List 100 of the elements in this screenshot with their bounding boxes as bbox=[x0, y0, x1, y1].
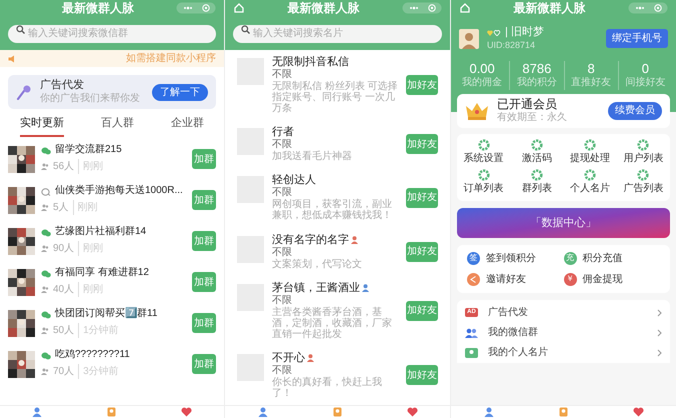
chat-bubbles-icon bbox=[41, 310, 51, 318]
members-icon bbox=[41, 326, 49, 334]
window-title: 最新微群人脉 bbox=[288, 2, 360, 14]
capsule-menu-icon[interactable] bbox=[628, 2, 668, 14]
heart-icon[interactable] bbox=[406, 407, 418, 417]
aperture-icon[interactable] bbox=[530, 169, 543, 182]
hearts-icon bbox=[487, 30, 501, 36]
search-field[interactable]: 输入关键词搜索微信群 bbox=[8, 24, 216, 42]
tool-label[interactable]: 群列表 bbox=[522, 183, 552, 196]
bind-phone-button[interactable]: 绑定手机号 bbox=[606, 29, 668, 48]
member-count: 56人 bbox=[53, 160, 74, 174]
action-link[interactable]: 邀请好友 bbox=[486, 272, 526, 287]
stat-value: 8 bbox=[588, 61, 595, 77]
stat-label: 间接好友 bbox=[625, 77, 666, 90]
action-icon: 签 bbox=[467, 252, 480, 265]
contact-card-icon[interactable] bbox=[106, 407, 116, 417]
data-center-banner[interactable]: 「数据中心」 bbox=[457, 208, 670, 238]
speaker-icon bbox=[8, 54, 17, 62]
tool-label[interactable]: 订单列表 bbox=[464, 183, 504, 196]
group-name: 有福同享 有难进群12 bbox=[55, 267, 149, 280]
card-name: 茅台镇，王酱酒业 bbox=[272, 282, 360, 295]
chat-bubbles-icon bbox=[41, 146, 51, 154]
member-count: 5人 bbox=[53, 200, 69, 215]
card-description: 加我送看毛片神器 bbox=[272, 151, 353, 162]
learn-more-button[interactable]: 了解一下 bbox=[152, 84, 208, 100]
membership-title: 已开通会员 bbox=[497, 97, 558, 112]
member-count: 50人 bbox=[53, 324, 74, 338]
region-text: 不限 bbox=[272, 364, 293, 376]
aperture-icon[interactable] bbox=[637, 169, 650, 182]
chat-bubbles-icon bbox=[41, 352, 51, 360]
stat-value: 0.00 bbox=[469, 61, 495, 76]
ad-subtitle: 你的广告我们来帮你发 bbox=[40, 92, 141, 106]
card-name: 不开心 bbox=[272, 352, 305, 365]
capsule-menu-icon[interactable] bbox=[402, 2, 442, 14]
tab[interactable]: 企业群 bbox=[171, 115, 204, 136]
chat-outline-icon bbox=[41, 188, 51, 196]
group-name: 留学交流群215 bbox=[55, 144, 122, 157]
tool-label[interactable]: 系统设置 bbox=[464, 152, 504, 166]
search-field[interactable]: 输入关键词搜索名片 bbox=[233, 24, 442, 42]
card-name: 轻创达人 bbox=[272, 174, 316, 187]
people-icon bbox=[465, 328, 478, 338]
member-count: 90人 bbox=[53, 242, 74, 256]
action-icon: 充 bbox=[564, 252, 576, 265]
person-icon[interactable] bbox=[32, 407, 42, 417]
stat-label: 我的佣金 bbox=[462, 77, 502, 90]
membership-expiry: 有效期至：永久 bbox=[497, 112, 568, 124]
tool-label[interactable]: 提现处理 bbox=[570, 152, 610, 166]
tool-label[interactable]: 激活码 bbox=[522, 152, 552, 166]
members-icon bbox=[41, 368, 49, 375]
aperture-icon[interactable] bbox=[530, 138, 543, 151]
aperture-icon[interactable] bbox=[478, 138, 490, 151]
person-icon[interactable] bbox=[258, 407, 268, 417]
home-icon[interactable] bbox=[459, 2, 471, 14]
heart-icon[interactable] bbox=[180, 407, 192, 417]
group-name: 艺缘图片社福利群14 bbox=[55, 226, 146, 239]
card-description: 文案策划，代写论文 bbox=[272, 258, 363, 270]
action-link[interactable]: 佣金提现 bbox=[582, 272, 622, 287]
window-title: 最新微群人脉 bbox=[514, 2, 586, 14]
stat-value: 0 bbox=[642, 61, 649, 76]
card-description: 网创项目，获客引流，副业兼职，想低成本赚钱找我！ bbox=[272, 199, 393, 222]
person-card-icon bbox=[465, 348, 478, 358]
search-icon bbox=[241, 25, 250, 34]
card-name: 无限制抖音私信 bbox=[272, 56, 349, 69]
tool-label[interactable]: 个人名片 bbox=[570, 183, 610, 196]
search-icon bbox=[16, 25, 25, 34]
aperture-icon[interactable] bbox=[584, 169, 596, 182]
group-name: 快团团订阅帮买7⃣群11 bbox=[55, 308, 158, 321]
person-icon[interactable] bbox=[484, 407, 494, 417]
stat-label: 我的积分 bbox=[516, 77, 557, 90]
region-text: 不限 bbox=[272, 246, 293, 258]
contact-card-icon[interactable] bbox=[558, 407, 568, 417]
user-name: | 旧时梦 bbox=[505, 26, 544, 40]
chevron-right-icon bbox=[657, 328, 662, 337]
heart-icon[interactable] bbox=[632, 407, 644, 417]
user-id: UID:828714 bbox=[487, 40, 536, 51]
action-link[interactable]: 积分充值 bbox=[582, 250, 622, 266]
tab[interactable]: 百人群 bbox=[101, 115, 134, 136]
members-icon bbox=[41, 286, 49, 293]
card-description: 主营各类酱香茅台酒，基酒，定制酒，收藏酒，厂家直销一件起批发 bbox=[272, 306, 393, 340]
region-text: 不限 bbox=[272, 139, 293, 150]
tool-label[interactable]: 用户列表 bbox=[623, 152, 664, 166]
tab[interactable]: 实时更新 bbox=[20, 115, 64, 136]
aperture-icon[interactable] bbox=[584, 138, 596, 151]
microphone-icon bbox=[16, 84, 32, 100]
aperture-icon[interactable] bbox=[637, 138, 650, 151]
menu-item[interactable]: 我的微信群 bbox=[465, 322, 662, 343]
members-icon bbox=[41, 244, 49, 252]
capsule-menu-icon[interactable] bbox=[176, 2, 216, 14]
crown-icon bbox=[465, 102, 489, 120]
contact-card-icon[interactable] bbox=[332, 407, 342, 417]
chevron-right-icon bbox=[657, 308, 662, 317]
region-text: 不限 bbox=[272, 187, 293, 199]
home-icon[interactable] bbox=[233, 2, 245, 14]
action-link[interactable]: 签到领积分 bbox=[486, 250, 536, 266]
members-icon bbox=[41, 162, 49, 170]
menu-item[interactable]: 我的个人名片 bbox=[465, 342, 662, 363]
tool-label[interactable]: 广告列表 bbox=[623, 183, 664, 196]
aperture-icon[interactable] bbox=[478, 169, 490, 182]
ad-title: 广告代发 bbox=[40, 78, 85, 92]
renew-membership-button[interactable]: 续费会员 bbox=[608, 102, 662, 120]
